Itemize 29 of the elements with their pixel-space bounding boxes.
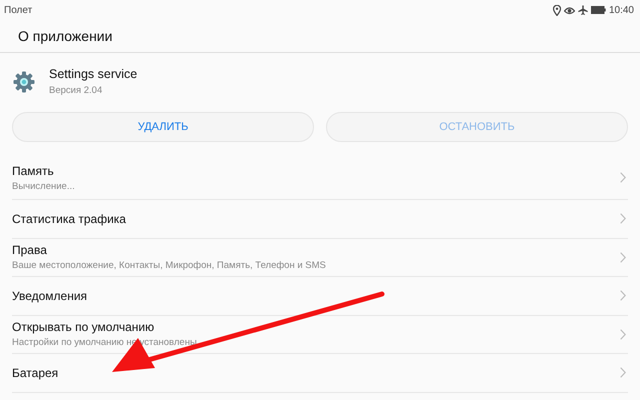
settings-item[interactable]: Память Вычисление... <box>12 156 628 200</box>
item-title: Статистика трафика <box>12 212 126 226</box>
app-name: Settings service <box>49 67 138 81</box>
gear-icon <box>13 70 35 92</box>
page-title: О приложении <box>18 28 112 44</box>
chevron-icon <box>620 252 626 263</box>
item-subtitle: Ваше местоположение, Контакты, Микрофон, Память, Телефон и SMS <box>12 260 326 272</box>
chevron-icon <box>620 328 626 340</box>
settings-item[interactable]: Статистика трафика <box>12 200 628 238</box>
item-title: Права <box>12 243 48 258</box>
item-title: Открывать по умолчанию <box>12 320 156 334</box>
uninstall-button[interactable]: УДАЛИТЬ <box>12 112 314 142</box>
status-time: 10:40 <box>608 4 634 16</box>
chevron-icon <box>620 213 626 224</box>
item-title: Батарея <box>12 366 58 380</box>
eye-icon <box>564 6 575 14</box>
settings-item[interactable]: Права Ваше местоположение, Контакты, Микрофон, Память, Телефон и SMS <box>12 238 628 277</box>
airplane-icon <box>578 5 588 15</box>
location-icon <box>552 4 561 16</box>
chevron-icon <box>620 290 626 302</box>
item-subtitle: Вычисление... <box>12 180 75 192</box>
status-text: Полет <box>4 4 32 16</box>
item-title: Уведомления <box>12 288 88 303</box>
chevron-icon <box>620 367 626 378</box>
app-version: Версия 2.04 <box>49 85 104 96</box>
item-title: Память <box>12 164 55 178</box>
chevron-icon <box>620 172 626 183</box>
settings-item[interactable]: Уведомления <box>12 277 628 316</box>
battery-icon <box>590 6 606 14</box>
